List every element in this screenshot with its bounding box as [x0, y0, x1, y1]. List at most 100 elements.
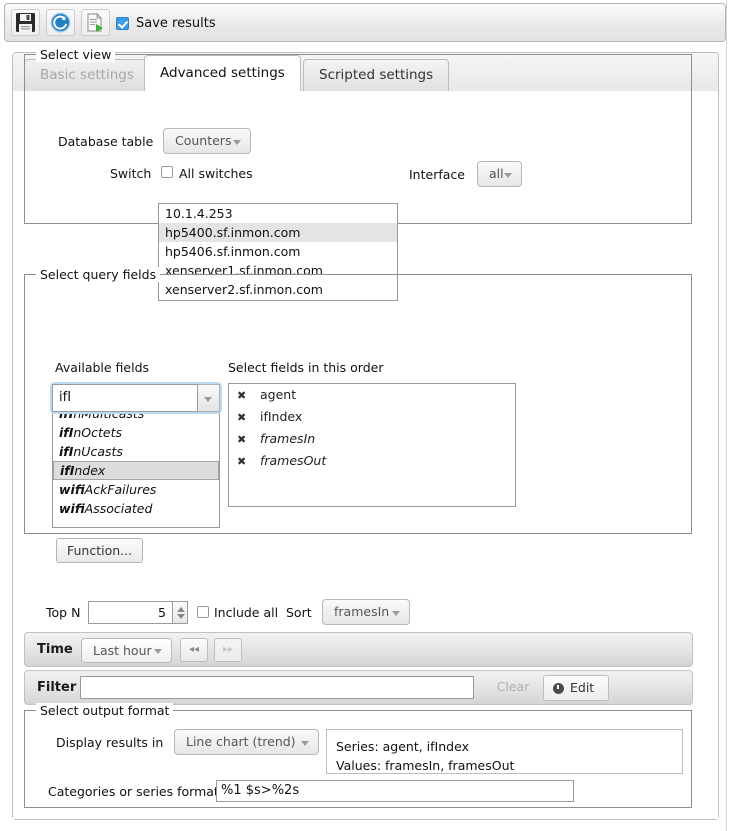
run-button[interactable] [81, 9, 110, 36]
list-item[interactable]: ✖ framesOut [229, 450, 515, 472]
available-fields-label: Available fields [55, 360, 150, 375]
display-results-label: Display results in [56, 735, 164, 750]
dropdown-item-rest: nUcasts [73, 444, 123, 459]
database-table-label: Database table [58, 134, 154, 149]
edit-icon [553, 683, 564, 694]
dropdown-item-rest: Associated [84, 501, 153, 516]
switch-label: Switch [110, 166, 152, 181]
dropdown-item-rest: nOctets [73, 425, 123, 440]
topn-input[interactable]: 5 [88, 601, 173, 624]
select-output-format-legend: Select output format [36, 703, 174, 718]
select-query-fields-legend: Select query fields [36, 267, 161, 282]
selected-field-label: ifIndex [259, 409, 303, 424]
reload-button[interactable] [46, 9, 75, 36]
summary-series: Series: agent, ifIndex [336, 739, 469, 754]
available-fields-dropdown[interactable]: ifInErrorsAndDiscards ifInMulticasts ifI… [52, 396, 220, 528]
sort-select[interactable]: framesIn [322, 599, 410, 625]
interface-value: all [489, 166, 504, 181]
list-item[interactable]: ✖ agent [229, 384, 515, 406]
dropdown-item[interactable]: wifiAckFailures [53, 480, 219, 499]
list-item[interactable]: hp5400.sf.inmon.com [159, 223, 397, 242]
selected-fields-list[interactable]: ✖ agent ✖ ifIndex ✖ framesIn ✖ framesOut [228, 383, 516, 507]
dropdown-item-prefix: ifI [59, 425, 74, 440]
topn-label: Top N [46, 605, 81, 620]
dropdown-item[interactable]: wifiAssociated [53, 499, 219, 518]
display-results-select[interactable]: Line chart (trend) [174, 729, 319, 755]
remove-field-icon[interactable]: ✖ [237, 407, 250, 429]
chevron-down-icon [504, 173, 512, 178]
remove-field-icon[interactable]: ✖ [237, 385, 250, 407]
list-item[interactable]: ✖ framesIn [229, 428, 515, 450]
available-fields-dropdown-button[interactable] [198, 384, 220, 412]
interface-label: Interface [409, 167, 465, 182]
output-summary-box: Series: agent, ifIndex Values: framesIn,… [326, 729, 683, 774]
dropdown-item-selected[interactable]: ifIndex [53, 461, 219, 480]
stepper-up-icon[interactable] [177, 607, 185, 612]
chevron-down-icon [233, 140, 241, 145]
dropdown-item-rest: AckFailures [84, 482, 157, 497]
remove-field-icon[interactable]: ✖ [237, 429, 250, 451]
list-item[interactable]: ✖ ifIndex [229, 406, 515, 428]
time-label: Time [37, 642, 73, 657]
list-item[interactable]: 10.1.4.253 [159, 204, 397, 223]
topn-stepper[interactable] [173, 601, 188, 624]
toolbar: Save results [4, 3, 726, 42]
dropdown-item[interactable]: ifInUcasts [53, 442, 219, 461]
selected-field-label: agent [259, 387, 297, 402]
include-all-label: Include all [214, 605, 279, 620]
filter-input[interactable] [80, 676, 474, 699]
topn-value: 5 [158, 605, 166, 620]
all-switches-checkbox[interactable] [161, 166, 173, 178]
selected-field-label: framesOut [259, 453, 327, 468]
reload-icon [47, 12, 74, 33]
chevron-down-icon [301, 741, 309, 746]
time-bar: Time Last hour ◂◂ ▸▸ [24, 632, 693, 667]
selected-field-label: framesIn [259, 431, 316, 446]
save-icon [12, 12, 39, 33]
time-prev-button[interactable]: ◂◂ [180, 638, 208, 662]
categories-format-label: Categories or series format [48, 784, 219, 799]
sort-label: Sort [286, 605, 312, 620]
run-document-icon [82, 12, 109, 33]
filter-clear-button[interactable]: Clear [487, 676, 539, 700]
dropdown-item-prefix: wifi [59, 501, 85, 516]
filter-edit-label: Edit [570, 680, 595, 695]
dropdown-item-prefix: ifI [60, 463, 75, 478]
database-table-select[interactable]: Counters [163, 128, 251, 154]
stepper-down-icon[interactable] [177, 614, 185, 619]
selected-fields-label: Select fields in this order [228, 360, 384, 375]
dropdown-item[interactable]: ifInOctets [53, 423, 219, 442]
chevron-down-icon [204, 397, 212, 402]
time-next-button[interactable]: ▸▸ [214, 638, 242, 662]
save-results-checkbox[interactable] [116, 17, 129, 30]
save-button[interactable] [11, 9, 40, 36]
query-builder-window: Save results Basic settings Advanced set… [0, 0, 738, 831]
chevron-down-icon [154, 649, 162, 654]
all-switches-label: All switches [179, 166, 253, 181]
filter-bar: Filter Clear Edit [24, 670, 693, 705]
list-item[interactable]: hp5406.sf.inmon.com [159, 242, 397, 261]
dropdown-item-rest: ndex [74, 463, 106, 478]
function-button[interactable]: Function... [56, 538, 144, 563]
remove-field-icon[interactable]: ✖ [237, 451, 250, 473]
available-fields-input[interactable]: ifI [52, 384, 198, 412]
display-results-value: Line chart (trend) [186, 734, 296, 749]
select-view-legend: Select view [36, 47, 116, 62]
time-range-select[interactable]: Last hour [81, 638, 172, 663]
available-fields-combobox[interactable]: ifI [50, 382, 222, 414]
categories-format-input[interactable]: %1 $s>%2s [216, 780, 574, 802]
sort-value: framesIn [334, 604, 390, 619]
dropdown-item-prefix: wifi [59, 482, 85, 497]
database-table-value: Counters [175, 133, 232, 148]
tab-advanced-settings[interactable]: Advanced settings [144, 55, 301, 91]
dropdown-item-prefix: ifI [59, 444, 74, 459]
save-results-label: Save results [136, 16, 216, 31]
filter-label: Filter [37, 680, 77, 695]
interface-select[interactable]: all [477, 161, 522, 187]
summary-values: Values: framesIn, framesOut [336, 758, 515, 773]
vertical-scrollbar[interactable] [726, 0, 738, 831]
chevron-down-icon [392, 611, 400, 616]
time-range-value: Last hour [93, 643, 152, 658]
filter-edit-button[interactable]: Edit [543, 675, 609, 701]
include-all-checkbox[interactable] [197, 606, 209, 618]
